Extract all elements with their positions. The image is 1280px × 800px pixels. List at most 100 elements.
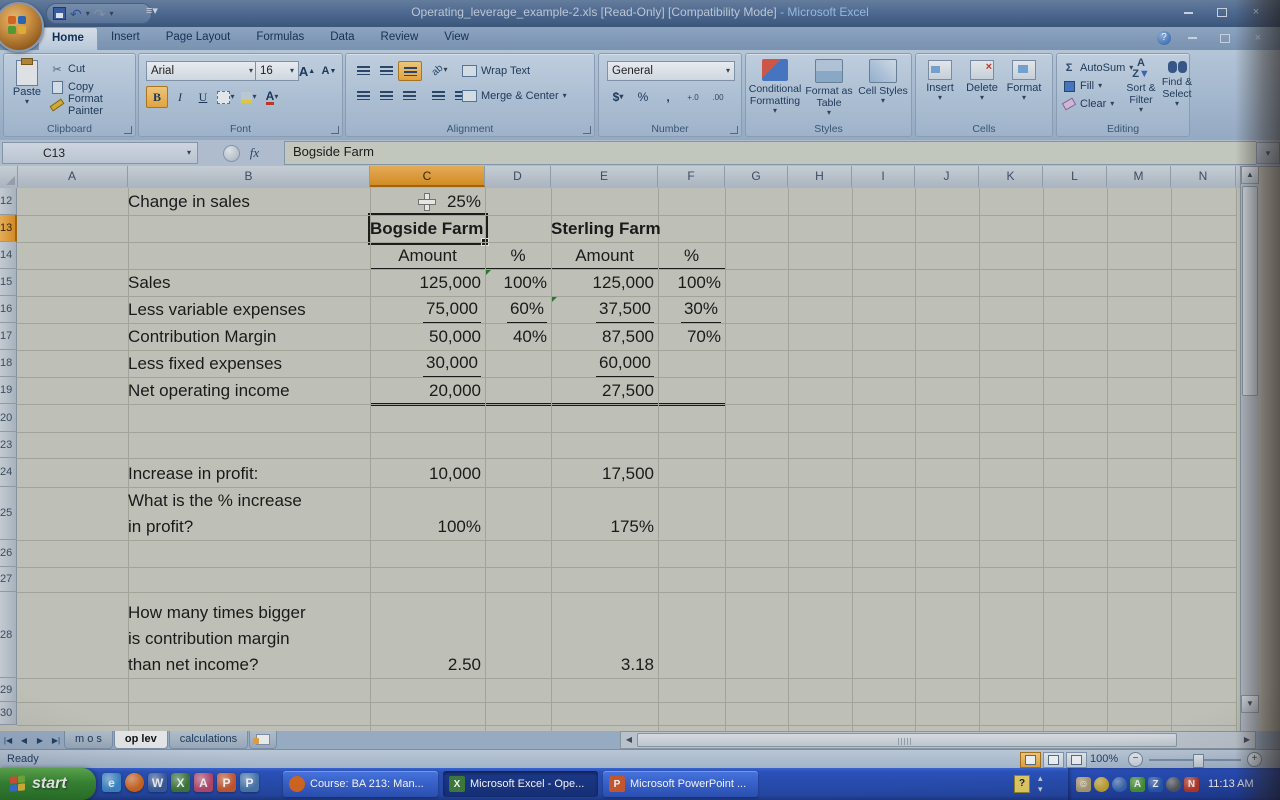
cell-C28[interactable]: 2.50 bbox=[370, 592, 485, 678]
borders-button[interactable]: ▾ bbox=[215, 86, 237, 108]
number-format-select[interactable]: General▾ bbox=[607, 61, 735, 81]
column-header-L[interactable]: L bbox=[1043, 166, 1107, 187]
accounting-format-button[interactable]: $▾ bbox=[607, 86, 629, 108]
cell-C18[interactable]: 30,000 bbox=[370, 350, 485, 377]
normal-view-button[interactable] bbox=[1020, 752, 1041, 768]
cell-C24[interactable]: 10,000 bbox=[370, 458, 485, 487]
cell-F15[interactable]: 100% bbox=[658, 269, 725, 296]
firefox-icon[interactable] bbox=[125, 773, 144, 792]
row-header-18[interactable]: 18 bbox=[0, 350, 17, 377]
insert-cells-button[interactable]: Insert▾ bbox=[920, 60, 960, 102]
alignment-dialog-launcher-icon[interactable] bbox=[583, 126, 591, 134]
cell-B25[interactable]: What is the % increase in profit? bbox=[128, 487, 370, 540]
cell-B24[interactable]: Increase in profit: bbox=[128, 458, 370, 487]
column-header-K[interactable]: K bbox=[979, 166, 1043, 187]
column-header-H[interactable]: H bbox=[788, 166, 852, 187]
cell-C19[interactable]: 20,000 bbox=[370, 377, 485, 404]
sheet-tab-oplev[interactable]: op lev bbox=[114, 731, 168, 749]
publisher-icon[interactable]: P bbox=[240, 773, 259, 792]
cell-E24[interactable]: 17,500 bbox=[551, 458, 658, 487]
cell-E25[interactable]: 175% bbox=[551, 487, 658, 540]
cell-E28[interactable]: 3.18 bbox=[551, 592, 658, 678]
cell-B19[interactable]: Net operating income bbox=[128, 377, 370, 404]
column-header-F[interactable]: F bbox=[658, 166, 725, 187]
shrink-font-button[interactable]: A▼ bbox=[318, 60, 340, 82]
cell-C13[interactable]: Bogside Farm bbox=[370, 215, 485, 242]
antivirus-icon[interactable]: A bbox=[1130, 777, 1145, 792]
align-center-button[interactable] bbox=[375, 86, 397, 104]
cell-E19[interactable]: 27,500 bbox=[551, 377, 658, 404]
paste-button[interactable]: Paste ▾ bbox=[8, 60, 46, 106]
cell-E15[interactable]: 125,000 bbox=[551, 269, 658, 296]
column-header-N[interactable]: N bbox=[1171, 166, 1236, 187]
clipboard-dialog-launcher-icon[interactable] bbox=[124, 126, 132, 134]
task-button-excel[interactable]: XMicrosoft Excel - Ope... bbox=[443, 771, 598, 797]
access-icon[interactable]: A bbox=[194, 773, 213, 792]
internet-explorer-icon[interactable]: e bbox=[102, 773, 121, 792]
last-sheet-icon[interactable]: ▶| bbox=[48, 731, 64, 749]
column-header-E[interactable]: E bbox=[551, 166, 658, 187]
scroll-up-icon[interactable]: ▲ bbox=[1241, 166, 1259, 184]
help-doc-icon[interactable]: ? bbox=[1014, 775, 1030, 793]
fill-color-button[interactable]: ▾ bbox=[238, 86, 260, 108]
sort-filter-button[interactable]: AZ▼ Sort & Filter▾ bbox=[1125, 58, 1157, 114]
grow-font-button[interactable]: A▲ bbox=[296, 60, 318, 82]
cell-D14[interactable]: % bbox=[485, 242, 551, 269]
row-header-20[interactable]: 20 bbox=[0, 404, 17, 432]
updates-icon[interactable] bbox=[1094, 777, 1109, 792]
row-header-26[interactable]: 26 bbox=[0, 540, 17, 567]
cell-C14[interactable]: Amount bbox=[370, 242, 485, 269]
word-icon[interactable]: W bbox=[148, 773, 167, 792]
cell-C16[interactable]: 75,000 bbox=[370, 296, 485, 323]
volume-icon[interactable] bbox=[1166, 777, 1181, 792]
next-sheet-icon[interactable]: ▶ bbox=[32, 731, 48, 749]
orientation-button[interactable]: ab▾ bbox=[429, 61, 451, 79]
cell-B18[interactable]: Less fixed expenses bbox=[128, 350, 370, 377]
bold-button[interactable]: B bbox=[146, 86, 168, 108]
italic-button[interactable]: I bbox=[169, 86, 191, 108]
zone-icon[interactable]: Z bbox=[1148, 777, 1163, 792]
row-header-29[interactable]: 29 bbox=[0, 678, 17, 702]
row-header-14[interactable]: 14 bbox=[0, 242, 17, 269]
cell-E14[interactable]: Amount bbox=[551, 242, 658, 269]
conditional-formatting-button[interactable]: Conditional Formatting▾ bbox=[749, 59, 801, 117]
expand-formula-bar-icon[interactable]: ▾ bbox=[1256, 142, 1280, 164]
cell-B16[interactable]: Less variable expenses bbox=[128, 296, 370, 323]
cell-D17[interactable]: 40% bbox=[485, 323, 551, 350]
find-select-button[interactable]: Find & Select▾ bbox=[1161, 58, 1193, 114]
cell-E17[interactable]: 87,500 bbox=[551, 323, 658, 350]
top-align-button[interactable] bbox=[352, 61, 374, 79]
collapse-chevron-icon[interactable]: ▴▾ bbox=[1038, 773, 1043, 795]
horizontal-scrollbar[interactable]: ◀ ▶ bbox=[620, 731, 1256, 749]
cell-B28[interactable]: How many times bigger is contribution ma… bbox=[128, 592, 370, 678]
task-button-powerpoint[interactable]: PMicrosoft PowerPoint ... bbox=[603, 771, 758, 797]
font-name-select[interactable]: Arial▾ bbox=[146, 61, 258, 81]
autosum-button[interactable]: ΣAutoSum▾ bbox=[1062, 59, 1133, 77]
row-header-17[interactable]: 17 bbox=[0, 323, 17, 350]
percent-style-button[interactable]: % bbox=[632, 86, 654, 108]
font-size-select[interactable]: 16▾ bbox=[255, 61, 299, 81]
scroll-left-icon[interactable]: ◀ bbox=[622, 733, 636, 747]
excel-icon[interactable]: X bbox=[171, 773, 190, 792]
bottom-align-button[interactable] bbox=[398, 61, 422, 81]
row-header-25[interactable]: 25 bbox=[0, 487, 17, 540]
column-header-A[interactable]: A bbox=[17, 166, 128, 187]
row-header-28[interactable]: 28 bbox=[0, 592, 17, 678]
cell-C15[interactable]: 125,000 bbox=[370, 269, 485, 296]
ribbon-tab-review[interactable]: Review bbox=[368, 27, 432, 50]
ribbon-tab-page-layout[interactable]: Page Layout bbox=[153, 27, 244, 50]
utility-icon[interactable] bbox=[1112, 777, 1127, 792]
row-header-13[interactable]: 13 bbox=[0, 215, 17, 242]
scroll-right-icon[interactable]: ▶ bbox=[1240, 733, 1254, 747]
start-button[interactable]: start bbox=[0, 768, 96, 800]
format-cells-button[interactable]: Format▾ bbox=[1004, 60, 1044, 102]
vertical-scroll-thumb[interactable] bbox=[1242, 186, 1258, 396]
row-header-30[interactable]: 30 bbox=[0, 702, 17, 725]
insert-worksheet-tab[interactable] bbox=[249, 731, 277, 749]
column-header-D[interactable]: D bbox=[485, 166, 551, 187]
format-painter-button[interactable]: Format Painter bbox=[50, 96, 135, 114]
column-header-G[interactable]: G bbox=[725, 166, 788, 187]
horizontal-scroll-thumb[interactable] bbox=[637, 733, 1177, 747]
cell-E16[interactable]: 37,500 bbox=[551, 296, 658, 323]
restore-button[interactable] bbox=[1210, 6, 1234, 19]
